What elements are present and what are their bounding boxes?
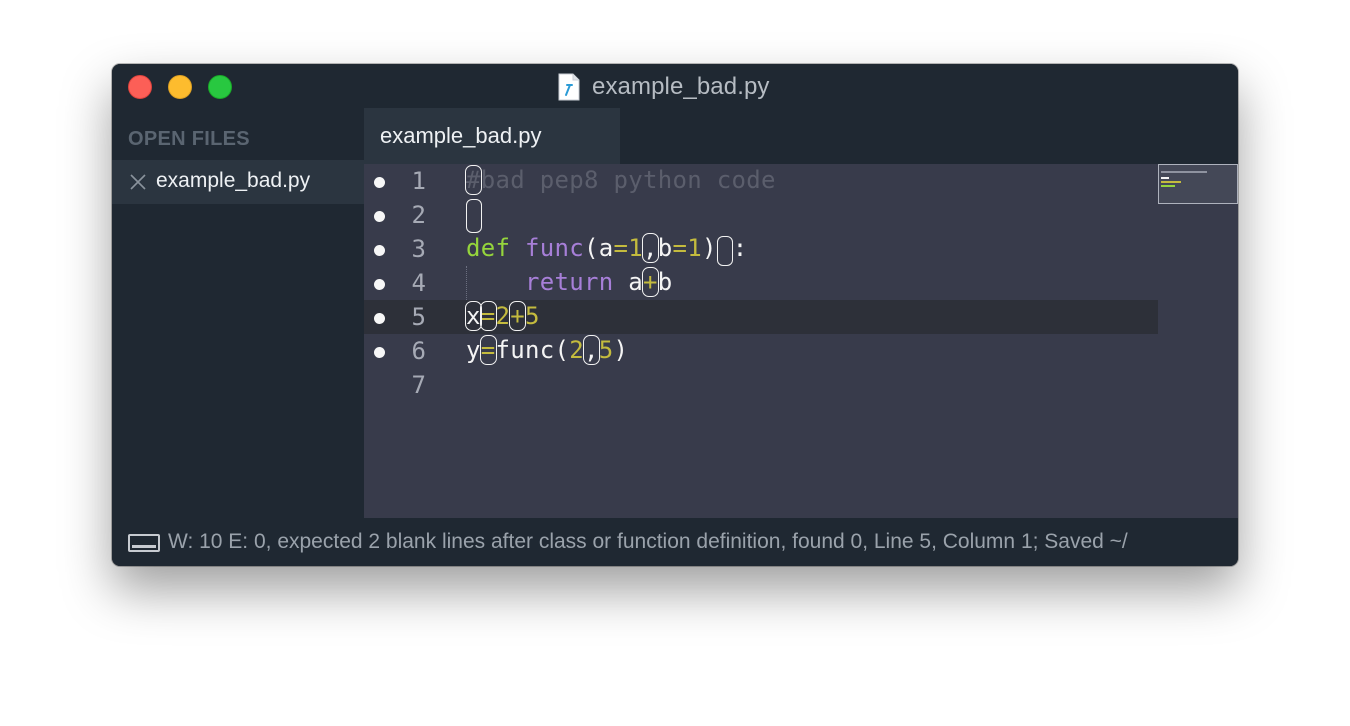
- window-title: example_bad.py: [592, 73, 770, 100]
- code-line-text: def func(a=1,b=1):: [466, 233, 748, 266]
- code-token: 1: [628, 234, 643, 262]
- code-token: 2: [495, 302, 511, 330]
- code-line: 7: [364, 368, 1158, 402]
- minimap[interactable]: [1158, 164, 1238, 204]
- line-number: 3: [411, 235, 426, 263]
- maximize-window-button[interactable]: [208, 75, 232, 99]
- code-line: 3 def func(a=1,b=1):: [364, 232, 1158, 266]
- editor-window: example_bad.py OPEN FILES example_bad.py…: [112, 64, 1238, 566]
- code-line-text: return a+b: [525, 267, 673, 297]
- python-file-icon: [558, 73, 580, 101]
- line-number: 7: [411, 371, 426, 399]
- tab-label: example_bad.py: [380, 123, 542, 148]
- status-bar: W: 10 E: 0, expected 2 blank lines after…: [112, 518, 1238, 566]
- code-token: =: [613, 234, 629, 262]
- lint-flag-box: +: [509, 301, 526, 331]
- lint-marker-dot: [374, 347, 385, 358]
- lint-flag-box: [466, 199, 482, 233]
- lint-marker-dot: [374, 279, 385, 290]
- close-window-button[interactable]: [128, 75, 152, 99]
- code-line: 6 y=func(2,5): [364, 334, 1158, 368]
- line-number: 5: [411, 303, 426, 331]
- lint-marker-dot: [374, 177, 385, 188]
- code-line-text: x=2+5: [465, 301, 540, 331]
- line-number: 4: [411, 269, 426, 297]
- code-token: =: [672, 234, 688, 262]
- lint-marker-dot: [374, 211, 385, 222]
- sidebar-item-label: example_bad.py: [156, 169, 311, 192]
- code-line: 1 #bad pep8 python code: [364, 164, 1158, 198]
- code-token: bad pep8 python code: [480, 166, 776, 194]
- close-icon[interactable]: [128, 172, 148, 192]
- code-line: 4 return a+b: [364, 266, 1158, 300]
- line-number: 6: [411, 337, 426, 365]
- code-line-text: [466, 199, 482, 233]
- code-token: 5: [598, 336, 614, 364]
- panel-toggle-icon[interactable]: [128, 534, 160, 552]
- window-title-group: example_bad.py: [558, 72, 770, 102]
- lint-flag-box: [716, 236, 733, 266]
- lint-flag-box: =: [479, 335, 497, 365]
- sidebar: OPEN FILES example_bad.py: [112, 108, 364, 518]
- lint-flag-box: +: [642, 267, 659, 297]
- code-token: 2: [569, 336, 584, 364]
- code-token: 5: [525, 302, 540, 330]
- sidebar-header: OPEN FILES: [128, 128, 250, 150]
- code-token: func: [525, 234, 584, 262]
- lint-flag-box: ,: [642, 233, 659, 263]
- code-token: return: [525, 268, 614, 296]
- code-token: #: [465, 165, 482, 195]
- tab-bar: example_bad.py: [364, 108, 1238, 164]
- code-line-text: y=func(2,5): [466, 335, 629, 365]
- line-number: 2: [411, 201, 426, 229]
- code-token: 1: [687, 234, 702, 262]
- minimize-window-button[interactable]: [168, 75, 192, 99]
- status-message: W: 10 E: 0, expected 2 blank lines after…: [168, 530, 1128, 553]
- tab-example-bad-py[interactable]: example_bad.py: [364, 108, 620, 164]
- lint-marker-dot: [374, 245, 385, 256]
- lint-marker-dot: [374, 313, 385, 324]
- lint-flag-box: =: [479, 301, 497, 331]
- lint-flag-box: x: [465, 301, 482, 331]
- sidebar-item-example-bad-py[interactable]: example_bad.py: [112, 160, 364, 204]
- code-line: 2: [364, 198, 1158, 233]
- code-line-current: 5 x=2+5: [364, 300, 1158, 334]
- line-number: 1: [411, 167, 426, 195]
- title-bar: example_bad.py: [112, 64, 1238, 108]
- code-token: def: [466, 234, 511, 262]
- code-line-text: #bad pep8 python code: [465, 165, 776, 195]
- code-editor[interactable]: 1 #bad pep8 python code 2 3 def func(a=1…: [364, 164, 1238, 518]
- lint-flag-box: ,: [583, 335, 600, 365]
